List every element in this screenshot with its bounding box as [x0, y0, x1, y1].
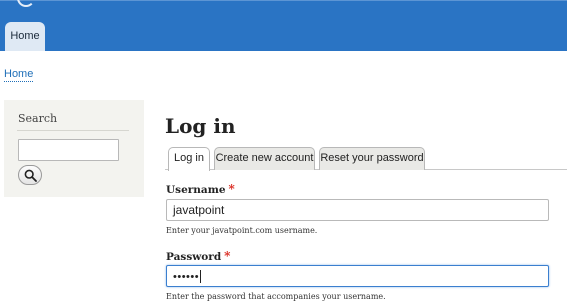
header-edge-line: [0, 0, 567, 1]
page-title: Log in: [165, 114, 236, 138]
required-marker: *: [224, 249, 231, 263]
password-help-text: Enter the password that accompanies your…: [166, 292, 386, 301]
username-field[interactable]: javatpoint: [166, 199, 549, 221]
required-marker: *: [228, 182, 235, 196]
password-label-text: Password: [166, 251, 222, 263]
search-button[interactable]: [18, 165, 42, 185]
tab-log-in[interactable]: Log in: [168, 147, 210, 171]
search-icon: [24, 169, 37, 182]
username-help-text: Enter your javatpoint.com username.: [166, 226, 318, 235]
username-label-text: Username: [166, 184, 226, 196]
tab-home[interactable]: Home: [5, 22, 45, 51]
text-caret: [200, 270, 202, 284]
search-block-title: Search: [18, 112, 58, 125]
breadcrumb-home[interactable]: Home: [4, 68, 34, 82]
password-label: Password *: [166, 249, 230, 263]
tab-reset-password[interactable]: Reset your password: [319, 147, 425, 170]
search-input[interactable]: [18, 139, 119, 161]
site-header: Home: [0, 0, 567, 51]
search-block-divider: [17, 130, 129, 131]
username-label: Username *: [166, 182, 235, 196]
tab-create-account[interactable]: Create new account: [214, 147, 315, 170]
site-logo[interactable]: [17, 0, 35, 7]
search-block: Search: [4, 100, 144, 197]
password-field[interactable]: ••••••: [166, 265, 549, 287]
password-masked-value: ••••••: [173, 271, 200, 283]
